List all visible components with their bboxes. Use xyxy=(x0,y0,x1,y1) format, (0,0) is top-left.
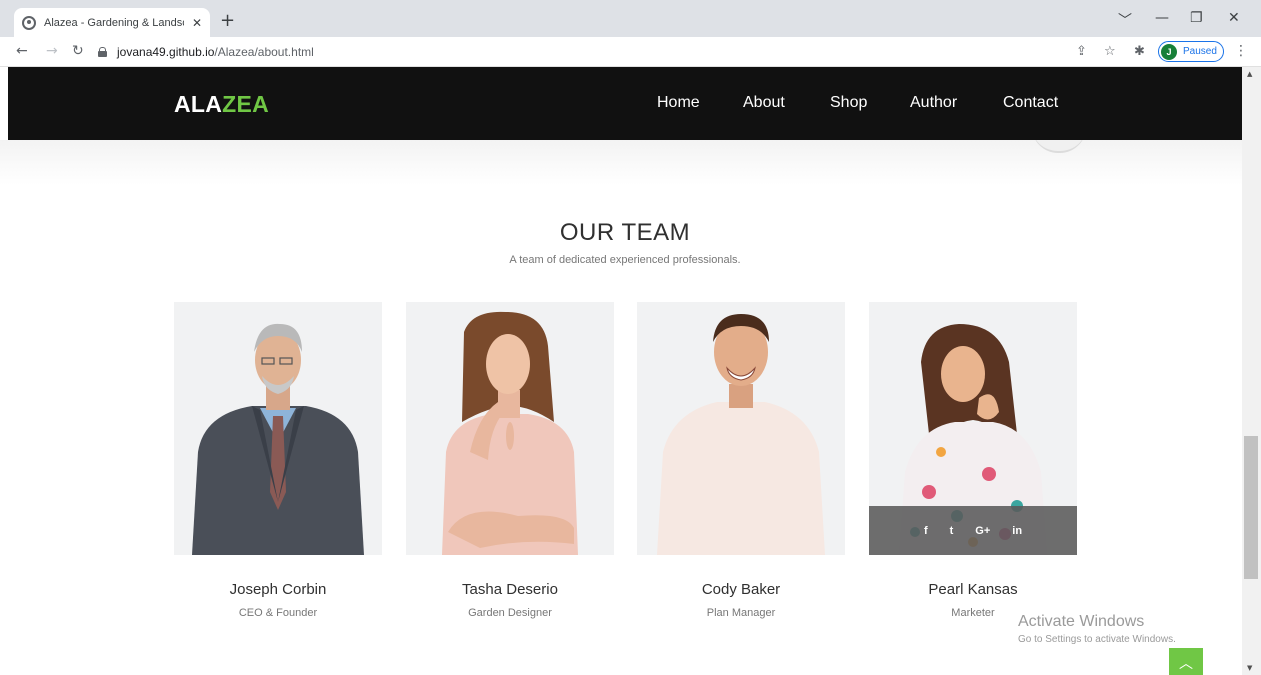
close-tab-icon[interactable]: ✕ xyxy=(192,16,202,30)
watermark-line2: Go to Settings to activate Windows. xyxy=(1018,634,1176,645)
woman-in-pink-image xyxy=(442,311,578,555)
avatar: J xyxy=(1161,43,1177,60)
member-photo[interactable] xyxy=(637,302,845,555)
linkedin-icon[interactable]: in xyxy=(1012,525,1022,537)
member-name: Pearl Kansas xyxy=(928,581,1018,598)
team-member-card: f t G+ in Pearl Kansas Marketer xyxy=(869,302,1077,619)
close-window-button[interactable]: ✕ xyxy=(1228,10,1240,26)
member-name: Tasha Deserio xyxy=(462,581,558,598)
member-photo[interactable]: f t G+ in xyxy=(869,302,1077,555)
nav-home[interactable]: Home xyxy=(657,94,700,112)
scroll-up-arrow-icon[interactable]: ▲ xyxy=(1247,70,1252,78)
member-role: CEO & Founder xyxy=(238,607,318,619)
url-path: /Alazea/about.html xyxy=(214,45,314,59)
chevron-up-icon: ︿ xyxy=(1179,656,1193,672)
site-header: ALAZEA Home About Shop Author Contact xyxy=(8,67,1242,140)
browser-tab-bar: Alazea - Gardening & Landscaping ✕ + ﹀ —… xyxy=(0,0,1261,37)
tab-title: Alazea - Gardening & Landscaping xyxy=(44,16,184,29)
reload-icon[interactable]: ↻ xyxy=(72,43,84,59)
nav-about[interactable]: About xyxy=(743,94,785,112)
new-tab-button[interactable]: + xyxy=(220,10,235,31)
nav-shop[interactable]: Shop xyxy=(830,94,867,112)
share-icon[interactable]: ⇪ xyxy=(1076,44,1087,59)
address-bar[interactable]: jovana49.github.io/Alazea/about.html xyxy=(98,41,1138,63)
member-photo[interactable] xyxy=(406,302,614,555)
nav-contact[interactable]: Contact xyxy=(1003,94,1058,112)
watermark-line1: Activate Windows xyxy=(1018,613,1145,630)
lock-icon[interactable] xyxy=(98,47,107,57)
browser-tab[interactable]: Alazea - Gardening & Landscaping ✕ xyxy=(14,8,210,37)
member-role: Garden Designer xyxy=(468,607,552,619)
bookmark-star-icon[interactable]: ☆ xyxy=(1104,44,1116,59)
section-title: OUR TEAM xyxy=(559,219,691,246)
team-member-card: Tasha Deserio Garden Designer xyxy=(406,302,614,619)
twitter-icon[interactable]: t xyxy=(950,525,954,537)
logo-accent: ZEA xyxy=(222,91,270,117)
profile-status: Paused xyxy=(1183,46,1217,57)
team-member-card: Cody Baker Plan Manager xyxy=(637,302,845,619)
extensions-icon[interactable]: ✱ xyxy=(1134,44,1145,59)
google-plus-icon[interactable]: G+ xyxy=(975,525,990,537)
page-viewport: ALAZEA Home About Shop Author Contact OU… xyxy=(0,67,1242,675)
forward-arrow-icon[interactable]: → xyxy=(46,43,58,59)
member-photo[interactable] xyxy=(174,302,382,555)
site-logo[interactable]: ALAZEA xyxy=(174,91,269,118)
url-host: jovana49.github.io xyxy=(117,45,215,59)
smiling-man-image xyxy=(657,314,825,555)
team-member-card: Joseph Corbin CEO & Founder xyxy=(174,302,382,619)
logo-main: ALA xyxy=(174,91,223,117)
facebook-icon[interactable]: f xyxy=(924,525,928,537)
browser-toolbar: ← → ↻ jovana49.github.io/Alazea/about.ht… xyxy=(0,37,1261,67)
minimize-button[interactable]: — xyxy=(1155,10,1169,26)
profile-button[interactable]: J Paused xyxy=(1158,41,1224,62)
social-links-overlay: f t G+ in xyxy=(869,506,1077,555)
section-subtitle: A team of dedicated experienced professi… xyxy=(509,254,741,266)
back-to-top-button[interactable]: ︿ xyxy=(1169,648,1203,675)
scrollbar-thumb[interactable] xyxy=(1244,436,1258,579)
member-name: Joseph Corbin xyxy=(229,581,327,598)
globe-icon xyxy=(22,15,36,30)
windows-activation-watermark: Activate Windows Go to Settings to activ… xyxy=(1018,613,1176,645)
more-menu-icon[interactable]: ⋮ xyxy=(1234,43,1248,59)
back-arrow-icon[interactable]: ← xyxy=(16,43,28,59)
page-scrollbar[interactable]: ▲ ▼ xyxy=(1242,67,1261,675)
tab-search-icon[interactable]: ﹀ xyxy=(1118,10,1132,30)
scroll-down-arrow-icon[interactable]: ▼ xyxy=(1247,664,1252,672)
member-name: Cody Baker xyxy=(701,581,781,598)
member-role: Plan Manager xyxy=(706,607,776,619)
nav-author[interactable]: Author xyxy=(910,94,957,112)
maximize-button[interactable]: ❐ xyxy=(1190,10,1203,26)
man-in-suit-image xyxy=(192,323,364,555)
